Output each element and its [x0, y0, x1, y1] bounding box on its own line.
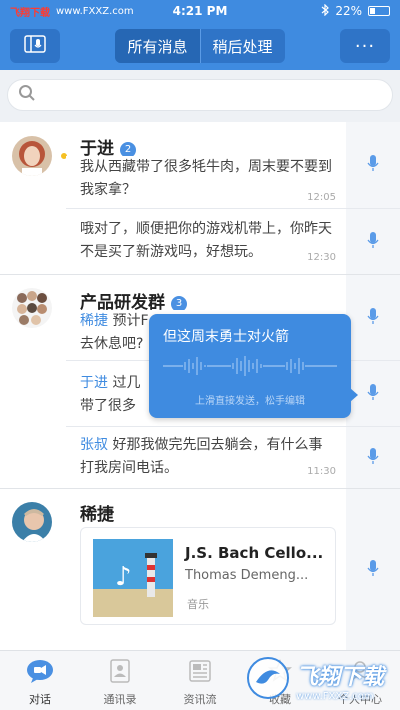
message-text: 张叔 好那我做完先回去躺会，有什么事 打我房间电话。	[80, 437, 323, 476]
sender-name: 于进	[80, 375, 108, 391]
tab-contacts[interactable]: 通讯录	[80, 651, 160, 710]
avatar[interactable]	[12, 502, 52, 542]
battery-icon	[368, 6, 390, 16]
music-artist: Thomas Demeng...	[185, 568, 309, 583]
navbar: 所有消息 稍后处理 ···	[0, 22, 400, 70]
search-input[interactable]	[7, 79, 393, 111]
conversation-name[interactable]: 稀捷	[80, 500, 114, 525]
voice-reply-button[interactable]	[346, 489, 400, 650]
chat-bubble-icon	[25, 659, 55, 687]
music-card[interactable]: ♪ J.S. Bach Cello... Thomas Demeng... 音乐	[80, 527, 336, 625]
status-time: 4:21 PM	[172, 4, 228, 18]
tab-news-feed[interactable]: 资讯流	[160, 651, 240, 710]
voice-reply-button[interactable]	[346, 209, 400, 274]
sender-name: 稀捷	[80, 313, 108, 329]
more-icon: ···	[354, 35, 376, 57]
microphone-icon	[367, 231, 379, 253]
music-category: 音乐	[187, 598, 209, 611]
conversation-separator	[0, 488, 400, 489]
search-bar	[0, 70, 400, 122]
panel-mic-icon	[24, 35, 46, 57]
watermark-logo-text: 飞翔下载	[295, 664, 384, 690]
message-text: 我从西藏带了很多牦牛肉，周末要不要到我家拿？	[80, 159, 332, 198]
search-icon	[18, 84, 36, 106]
microphone-icon	[367, 447, 379, 469]
voice-transcript: 但这周末勇士对火箭	[163, 329, 289, 345]
svg-text:♪: ♪	[115, 562, 132, 592]
microphone-icon	[367, 383, 379, 405]
tab-label: 资讯流	[183, 693, 217, 706]
tab-label: 对话	[29, 693, 51, 706]
sidebar-toggle-button[interactable]	[10, 29, 60, 63]
voice-reply-button[interactable]	[346, 122, 400, 208]
tab-later[interactable]: 稍后处理	[201, 29, 285, 63]
album-art: ♪	[93, 539, 173, 617]
avatar[interactable]	[12, 136, 52, 176]
voice-hint: 上滑直接发送，松手编辑	[195, 396, 305, 407]
music-title: J.S. Bach Cello...	[185, 544, 324, 562]
watermark-text: 飞翔下载	[10, 7, 50, 19]
watermark-logo-url: www.FXXZ.com	[295, 690, 374, 702]
voice-reply-button[interactable]	[346, 427, 400, 488]
battery-percent: 22%	[335, 4, 362, 18]
group-avatar[interactable]	[12, 288, 52, 328]
conversation-separator	[0, 274, 400, 275]
bluetooth-icon	[321, 3, 330, 19]
microphone-icon	[367, 559, 379, 581]
popup-arrow	[350, 388, 358, 402]
watermark-logo: 飞翔下载 www.FXXZ.com	[230, 650, 400, 710]
microphone-icon	[367, 154, 379, 176]
tab-label: 通讯录	[103, 693, 137, 706]
more-button[interactable]: ···	[340, 29, 390, 63]
sender-name: 张叔	[80, 437, 108, 453]
watermark-url: www.FXXZ.com	[56, 5, 134, 17]
voice-input-popup: 但这周末勇士对火箭 上滑直接发送，松手编辑	[149, 314, 358, 418]
message-filter-segment: 所有消息 稍后处理	[115, 29, 285, 63]
conversation-name-label: 稀捷	[80, 505, 114, 525]
tab-conversations[interactable]: 对话	[0, 651, 80, 710]
message-bubble[interactable]: 哦对了，顺便把你的游戏机带上，你昨天不是买了新游戏吗，好想玩。 12:30	[66, 218, 346, 274]
waveform-icon	[163, 354, 337, 382]
message-bubble[interactable]: 张叔 好那我做完先回去躺会，有什么事 打我房间电话。 11:30	[66, 434, 346, 486]
message-time: 11:30	[307, 466, 336, 477]
message-text: 哦对了，顺便把你的游戏机带上，你昨天不是买了新游戏吗，好想玩。	[80, 221, 332, 260]
news-icon	[188, 659, 212, 687]
microphone-icon	[367, 307, 379, 329]
tab-all-messages[interactable]: 所有消息	[115, 29, 201, 63]
message-bubble[interactable]: 我从西藏带了很多牦牛肉，周末要不要到我家拿？ 12:05	[66, 156, 346, 208]
message-time: 12:05	[307, 192, 336, 203]
status-bar: 飞翔下载 www.FXXZ.com 4:21 PM 22%	[0, 0, 400, 22]
contacts-icon	[108, 659, 132, 687]
message-time: 12:30	[307, 252, 336, 263]
watermark-logo-icon	[246, 656, 290, 704]
voice-reply-button[interactable]	[346, 275, 400, 360]
